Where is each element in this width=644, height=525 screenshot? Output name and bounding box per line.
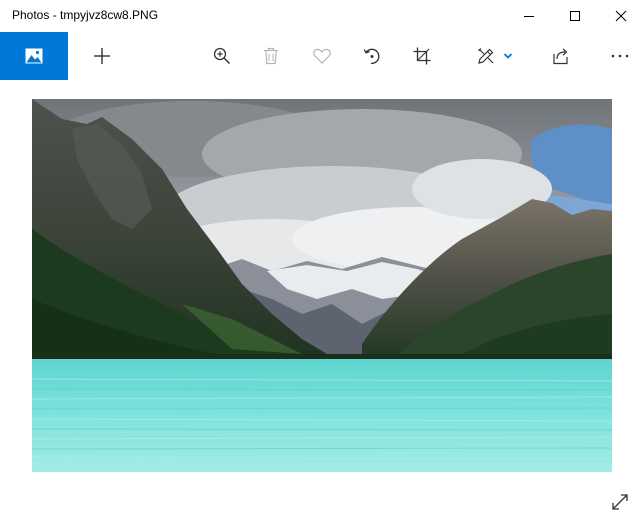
favorite-button[interactable] [302, 32, 342, 80]
fullscreen-button[interactable] [604, 486, 636, 518]
image-viewer[interactable] [32, 99, 612, 472]
title-bar: Photos - tmpyjvz8cw8.PNG [0, 0, 644, 32]
share-button[interactable] [541, 32, 581, 80]
minimize-icon [524, 16, 534, 17]
mountain-lake-photo [32, 99, 612, 472]
trash-icon [264, 47, 278, 65]
zoom-in-button[interactable] [202, 32, 242, 80]
more-button[interactable] [600, 32, 640, 80]
maximize-icon [570, 11, 580, 21]
expand-icon [612, 494, 628, 510]
edit-draw-icon [478, 48, 494, 64]
photo-icon [25, 48, 43, 64]
minimize-button[interactable] [506, 0, 552, 32]
delete-button[interactable] [251, 32, 291, 80]
add-icon [94, 48, 110, 64]
crop-button[interactable] [402, 32, 442, 80]
zoom-in-icon [213, 47, 231, 65]
toolbar [0, 32, 644, 80]
window-title: Photos - tmpyjvz8cw8.PNG [12, 8, 159, 22]
chevron-down-icon [503, 53, 513, 59]
rotate-button[interactable] [352, 32, 392, 80]
close-icon [615, 10, 627, 22]
photo-app-tile[interactable] [0, 32, 68, 80]
edit-dropdown-button[interactable] [498, 32, 518, 80]
maximize-button[interactable] [552, 0, 598, 32]
close-button[interactable] [598, 0, 644, 32]
crop-icon [413, 47, 431, 65]
share-icon [553, 48, 568, 65]
rotate-icon [363, 48, 380, 64]
heart-icon [313, 48, 331, 64]
more-icon [611, 54, 629, 58]
add-button[interactable] [82, 32, 122, 80]
